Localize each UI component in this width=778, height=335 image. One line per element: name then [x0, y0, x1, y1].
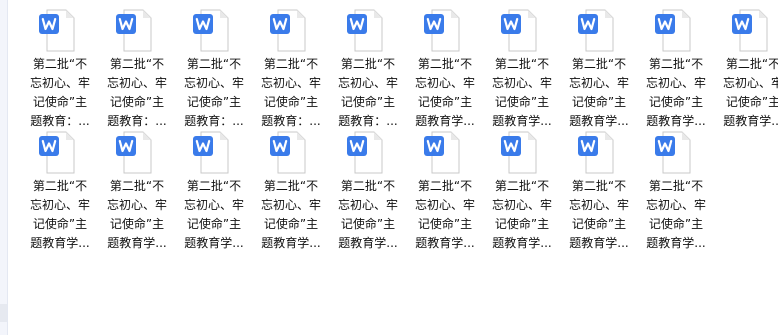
- word-document-icon: [424, 8, 464, 54]
- file-name-label: 第二批“不 忘初心、牢 记使命”主 题教育学...: [568, 179, 629, 250]
- file-name-label: 第二批“不 忘初心、牢 记使命”主 题教育：...: [106, 57, 167, 128]
- file-item-5[interactable]: 第二批“不 忘初心、牢 记使命”主 题教育：...: [333, 0, 410, 128]
- file-name-label: 第二批“不 忘初心、牢 记使命”主 题教育：...: [337, 57, 398, 128]
- file-item-17[interactable]: 第二批“不 忘初心、牢 记使命”主 题教育学...: [487, 125, 564, 250]
- word-document-icon: [578, 130, 618, 176]
- word-document-icon: [655, 130, 695, 176]
- left-pane-edge: [0, 0, 8, 335]
- file-name-label: 第二批“不 忘初心、牢 记使命”主 题教育学...: [337, 179, 398, 250]
- file-row-1: 第二批“不 忘初心、牢 记使命”主 题教育：... 第二批“不 忘初心、牢 记使…: [25, 0, 778, 128]
- word-document-icon: [501, 8, 541, 54]
- file-name-label: 第二批“不 忘初心、牢 记使命”主 题教育学...: [645, 57, 706, 128]
- file-name-label: 第二批“不 忘初心、牢 记使命”主 题教育：...: [29, 57, 90, 128]
- file-item-4[interactable]: 第二批“不 忘初心、牢 记使命”主 题教育：...: [256, 0, 333, 128]
- file-name-label: 第二批“不 忘初心、牢 记使命”主 题教育学...: [260, 179, 321, 250]
- file-name-label: 第二批“不 忘初心、牢 记使命”主 题教育学...: [722, 57, 778, 128]
- word-document-icon: [655, 8, 695, 54]
- file-name-label: 第二批“不 忘初心、牢 记使命”主 题教育学...: [491, 57, 552, 128]
- file-item-8[interactable]: 第二批“不 忘初心、牢 记使命”主 题教育学...: [564, 0, 641, 128]
- file-name-label: 第二批“不 忘初心、牢 记使命”主 题教育：...: [183, 57, 244, 128]
- file-name-label: 第二批“不 忘初心、牢 记使命”主 题教育学...: [568, 57, 629, 128]
- file-item-6[interactable]: 第二批“不 忘初心、牢 记使命”主 题教育学...: [410, 0, 487, 128]
- file-grid: 第二批“不 忘初心、牢 记使命”主 题教育：... 第二批“不 忘初心、牢 记使…: [25, 0, 778, 250]
- word-document-icon: [424, 130, 464, 176]
- file-name-label: 第二批“不 忘初心、牢 记使命”主 题教育学...: [414, 57, 475, 128]
- file-item-18[interactable]: 第二批“不 忘初心、牢 记使命”主 题教育学...: [564, 125, 641, 250]
- word-document-icon: [39, 130, 79, 176]
- word-document-icon: [39, 8, 79, 54]
- file-name-label: 第二批“不 忘初心、牢 记使命”主 题教育学...: [414, 179, 475, 250]
- file-item-13[interactable]: 第二批“不 忘初心、牢 记使命”主 题教育学...: [179, 125, 256, 250]
- word-document-icon: [501, 130, 541, 176]
- file-name-label: 第二批“不 忘初心、牢 记使命”主 题教育学...: [106, 179, 167, 250]
- file-name-label: 第二批“不 忘初心、牢 记使命”主 题教育学...: [491, 179, 552, 250]
- file-item-19[interactable]: 第二批“不 忘初心、牢 记使命”主 题教育学...: [641, 125, 718, 250]
- file-item-10[interactable]: 第二批“不 忘初心、牢 记使命”主 题教育学...: [718, 0, 778, 128]
- file-item-7[interactable]: 第二批“不 忘初心、牢 记使命”主 题教育学...: [487, 0, 564, 128]
- file-item-14[interactable]: 第二批“不 忘初心、牢 记使命”主 题教育学...: [256, 125, 333, 250]
- file-item-3[interactable]: 第二批“不 忘初心、牢 记使命”主 题教育：...: [179, 0, 256, 128]
- file-item-1[interactable]: 第二批“不 忘初心、牢 记使命”主 题教育：...: [25, 0, 102, 128]
- file-name-label: 第二批“不 忘初心、牢 记使命”主 题教育学...: [29, 179, 90, 250]
- file-name-label: 第二批“不 忘初心、牢 记使命”主 题教育学...: [645, 179, 706, 250]
- pane-splitter-handle[interactable]: [0, 304, 7, 322]
- word-document-icon: [193, 8, 233, 54]
- word-document-icon: [347, 8, 387, 54]
- word-document-icon: [347, 130, 387, 176]
- file-item-11[interactable]: 第二批“不 忘初心、牢 记使命”主 题教育学...: [25, 125, 102, 250]
- file-item-12[interactable]: 第二批“不 忘初心、牢 记使命”主 题教育学...: [102, 125, 179, 250]
- word-document-icon: [578, 8, 618, 54]
- file-item-15[interactable]: 第二批“不 忘初心、牢 记使命”主 题教育学...: [333, 125, 410, 250]
- file-name-label: 第二批“不 忘初心、牢 记使命”主 题教育：...: [260, 57, 321, 128]
- file-row-2: 第二批“不 忘初心、牢 记使命”主 题教育学... 第二批“不 忘初心、牢 记使…: [25, 125, 778, 250]
- file-name-label: 第二批“不 忘初心、牢 记使命”主 题教育学...: [183, 179, 244, 250]
- file-item-9[interactable]: 第二批“不 忘初心、牢 记使命”主 题教育学...: [641, 0, 718, 128]
- word-document-icon: [270, 8, 310, 54]
- word-document-icon: [732, 8, 772, 54]
- word-document-icon: [270, 130, 310, 176]
- file-item-2[interactable]: 第二批“不 忘初心、牢 记使命”主 题教育：...: [102, 0, 179, 128]
- file-item-16[interactable]: 第二批“不 忘初心、牢 记使命”主 题教育学...: [410, 125, 487, 250]
- word-document-icon: [193, 130, 233, 176]
- word-document-icon: [116, 130, 156, 176]
- word-document-icon: [116, 8, 156, 54]
